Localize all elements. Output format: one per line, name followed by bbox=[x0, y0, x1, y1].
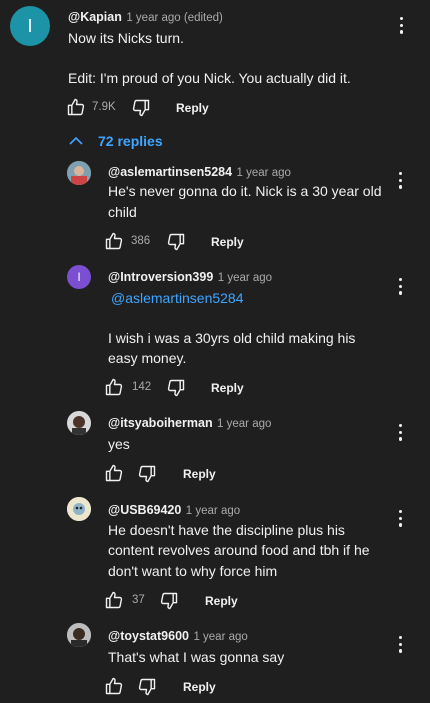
comment-text-line: content revolves around food and tbh if … bbox=[108, 542, 370, 558]
thumbs-up-icon[interactable] bbox=[104, 590, 124, 610]
more-vert-icon[interactable] bbox=[399, 278, 403, 296]
like-count: 142 bbox=[132, 381, 152, 393]
comment-header: @itsyaboiherman 1 year ago bbox=[108, 414, 271, 432]
timestamp[interactable]: 1 year ago (edited) bbox=[126, 12, 223, 24]
comment-header: @toystat9600 1 year ago bbox=[108, 627, 248, 645]
comment-header: @Introversion399 1 year ago bbox=[108, 268, 272, 286]
reply-button[interactable]: Reply bbox=[211, 381, 244, 395]
comment-text-line: easy money. bbox=[108, 350, 187, 366]
avatar-letter: I bbox=[77, 270, 81, 284]
comment-text-line: Edit: I'm proud of you Nick. You actuall… bbox=[68, 70, 351, 86]
chevron-up-icon bbox=[69, 136, 83, 145]
avatar[interactable] bbox=[67, 411, 91, 435]
more-vert-icon[interactable] bbox=[399, 424, 403, 442]
thumbs-up-icon[interactable] bbox=[104, 463, 124, 483]
thumbs-up-icon[interactable] bbox=[104, 377, 124, 397]
avatar-letter: I bbox=[27, 15, 33, 36]
more-vert-icon[interactable] bbox=[400, 17, 404, 35]
author-handle[interactable]: @aslemartinsen5284 bbox=[108, 165, 232, 179]
timestamp[interactable]: 1 year ago bbox=[217, 418, 271, 430]
thumbs-down-icon[interactable] bbox=[137, 677, 157, 697]
avatar[interactable]: I bbox=[10, 6, 50, 46]
author-handle[interactable]: @USB69420 bbox=[108, 503, 181, 517]
like-count: 7.9K bbox=[92, 101, 116, 113]
timestamp[interactable]: 1 year ago bbox=[237, 167, 291, 179]
comment-text-line: child bbox=[108, 204, 137, 220]
thumbs-down-icon[interactable] bbox=[166, 232, 186, 252]
like-count: 386 bbox=[131, 235, 151, 247]
comment-text-line: Now its Nicks turn. bbox=[68, 30, 184, 46]
more-vert-icon[interactable] bbox=[399, 172, 403, 190]
timestamp[interactable]: 1 year ago bbox=[193, 631, 247, 643]
reply-button[interactable]: Reply bbox=[176, 101, 209, 115]
mention-link[interactable]: @aslemartinsen5284 bbox=[111, 288, 244, 309]
avatar[interactable] bbox=[67, 623, 91, 647]
avatar-image bbox=[67, 497, 91, 521]
comment-header: @aslemartinsen5284 1 year ago bbox=[108, 163, 291, 181]
author-handle[interactable]: @itsyaboiherman bbox=[108, 416, 213, 430]
reply-button[interactable]: Reply bbox=[183, 467, 216, 481]
avatar[interactable]: I bbox=[67, 265, 91, 289]
avatar-image bbox=[67, 161, 91, 185]
comment-text-line: That's what I was gonna say bbox=[108, 649, 285, 665]
comment-text-line: I wish i was a 30yrs old child making hi… bbox=[108, 330, 356, 346]
comment-text-line: don't want to why force him bbox=[108, 563, 278, 579]
avatar-image bbox=[67, 623, 91, 647]
thumbs-down-icon[interactable] bbox=[166, 378, 186, 398]
author-handle[interactable]: @Introversion399 bbox=[108, 270, 213, 284]
thumbs-up-icon[interactable] bbox=[104, 676, 124, 696]
comment-text-line: yes bbox=[108, 436, 130, 452]
comment-text-line: He's never gonna do it. Nick is a 30 yea… bbox=[108, 183, 382, 199]
thumbs-down-icon[interactable] bbox=[131, 98, 151, 118]
avatar[interactable] bbox=[67, 161, 91, 185]
avatar-image bbox=[67, 411, 91, 435]
thumbs-up-icon[interactable] bbox=[104, 231, 124, 251]
author-handle[interactable]: @toystat9600 bbox=[108, 629, 189, 643]
thumbs-up-icon[interactable] bbox=[66, 97, 86, 117]
reply-button[interactable]: Reply bbox=[183, 680, 216, 694]
comment-header: @Kapian 1 year ago (edited) bbox=[68, 8, 223, 26]
reply-button[interactable]: Reply bbox=[211, 235, 244, 249]
comment-text-line: He doesn't have the discipline plus his bbox=[108, 522, 345, 538]
more-vert-icon[interactable] bbox=[399, 636, 403, 654]
replies-toggle[interactable]: 72 replies bbox=[68, 133, 163, 149]
like-count: 37 bbox=[132, 594, 145, 606]
thumbs-down-icon[interactable] bbox=[159, 591, 179, 611]
comment-header: @USB69420 1 year ago bbox=[108, 501, 240, 519]
avatar[interactable] bbox=[67, 497, 91, 521]
author-handle[interactable]: @Kapian bbox=[68, 10, 122, 24]
thumbs-down-icon[interactable] bbox=[137, 464, 157, 484]
replies-count-label: 72 replies bbox=[98, 133, 163, 149]
timestamp[interactable]: 1 year ago bbox=[218, 272, 272, 284]
reply-button[interactable]: Reply bbox=[205, 594, 238, 608]
more-vert-icon[interactable] bbox=[399, 510, 403, 528]
timestamp[interactable]: 1 year ago bbox=[186, 505, 240, 517]
